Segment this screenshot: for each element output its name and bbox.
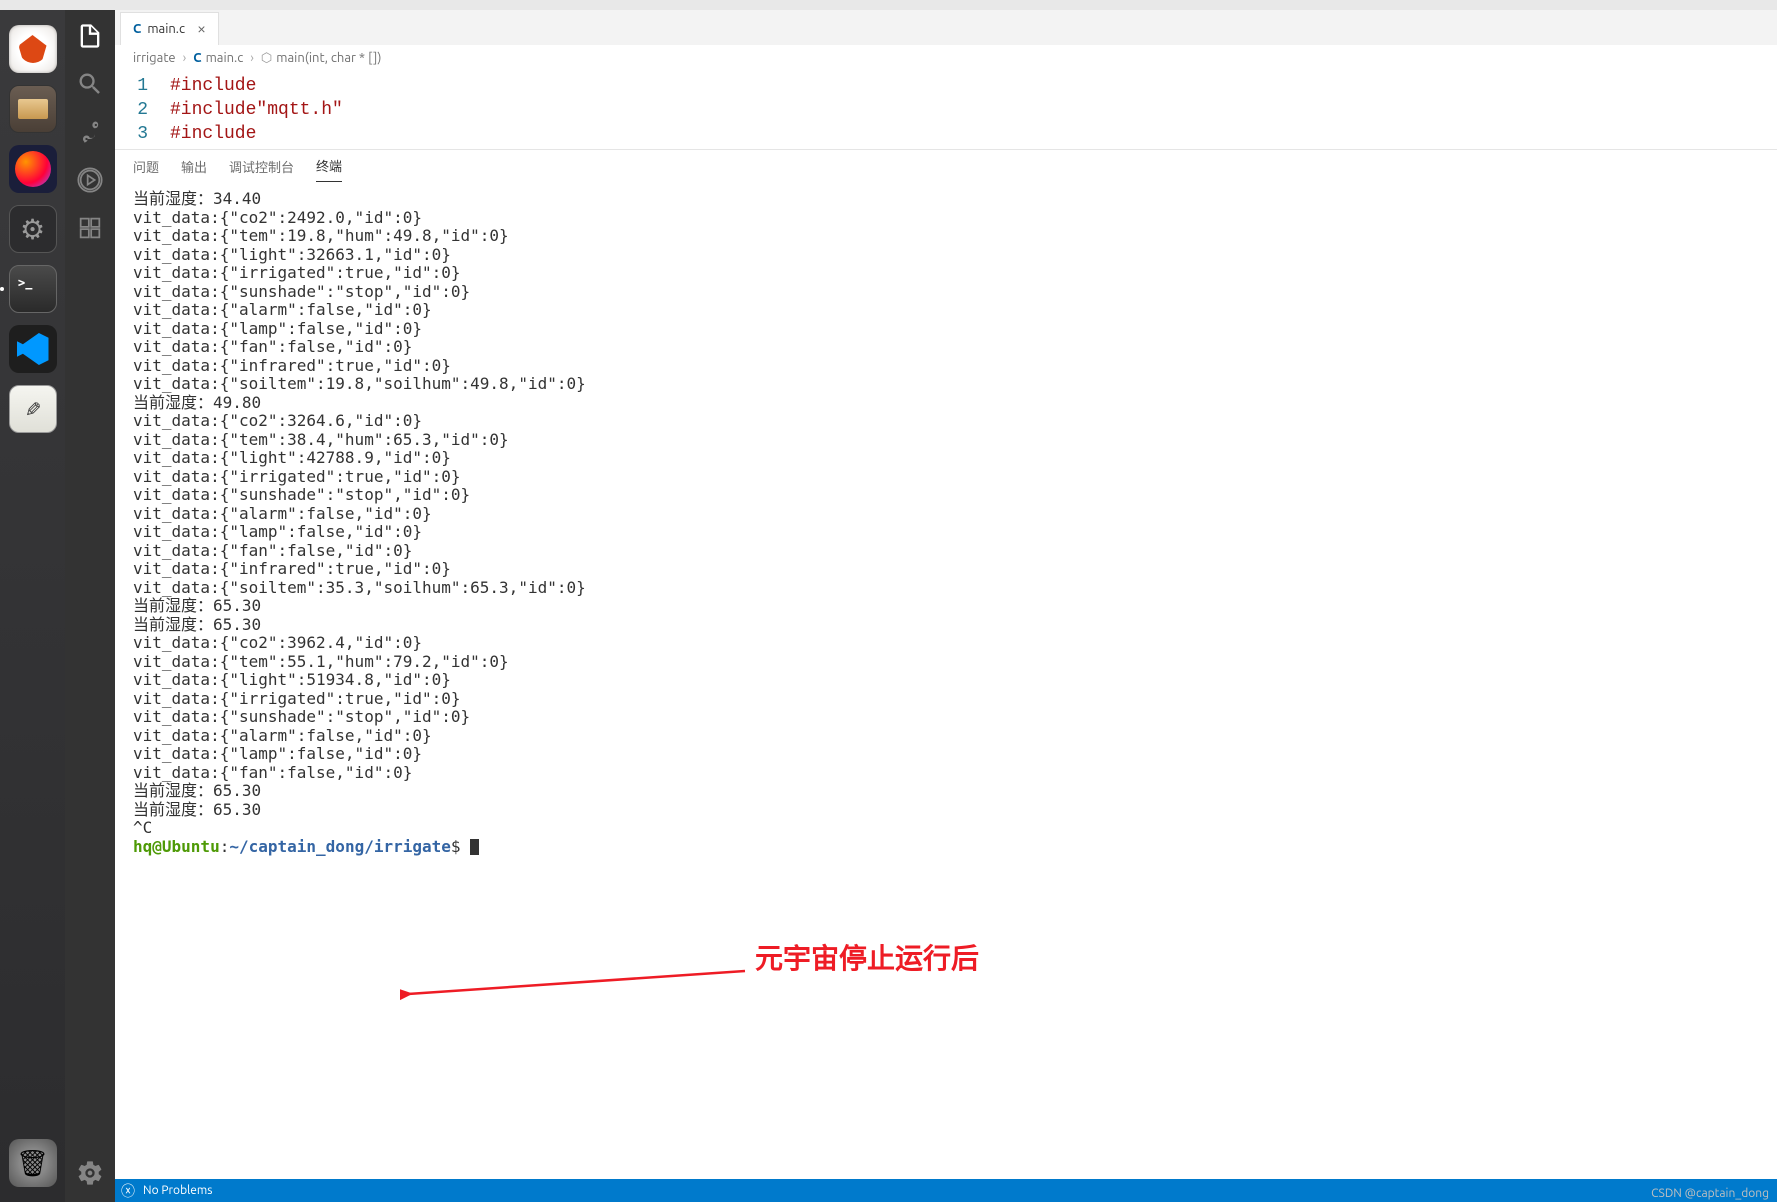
terminal-line: vit_data:{"irrigated":true,"id":0} [133, 690, 1759, 709]
terminal-line: vit_data:{"irrigated":true,"id":0} [133, 264, 1759, 283]
trash-icon[interactable] [9, 1139, 57, 1187]
terminal-line: vit_data:{"alarm":false,"id":0} [133, 505, 1759, 524]
annotation-text: 元宇宙停止运行后 [755, 950, 979, 969]
terminal-line: vit_data:{"sunshade":"stop","id":0} [133, 708, 1759, 727]
tab-label: main.c [147, 22, 185, 36]
terminal-line: vit_data:{"light":42788.9,"id":0} [133, 449, 1759, 468]
terminal-line: vit_data:{"tem":38.4,"hum":65.3,"id":0} [133, 431, 1759, 450]
settings-tool-icon[interactable] [9, 205, 57, 253]
watermark: CSDN @captain_dong [1651, 1187, 1769, 1200]
text-editor-icon[interactable] [9, 385, 57, 433]
terminal-line: vit_data:{"sunshade":"stop","id":0} [133, 283, 1759, 302]
source-control-icon[interactable] [76, 118, 104, 146]
terminal-panel: 问题 输出 调试控制台 终端 当前湿度：34.40vit_data:{"co2"… [115, 149, 1777, 1179]
terminal-line: vit_data:{"co2":2492.0,"id":0} [133, 209, 1759, 228]
terminal-line: vit_data:{"lamp":false,"id":0} [133, 745, 1759, 764]
terminal-line: vit_data:{"alarm":false,"id":0} [133, 301, 1759, 320]
chevron-right-icon: › [250, 51, 254, 65]
terminal-line: 当前湿度：49.80 [133, 394, 1759, 413]
gear-icon[interactable] [76, 1159, 104, 1187]
code-content: #include"mqtt.h" [170, 98, 343, 122]
terminal-line: ^C [133, 819, 1759, 838]
cursor [470, 839, 479, 855]
tab-main-c[interactable]: C main.c × [120, 12, 219, 45]
terminal-tabs: 问题 输出 调试控制台 终端 [115, 150, 1777, 182]
terminal-line: vit_data:{"alarm":false,"id":0} [133, 727, 1759, 746]
c-file-icon: C [133, 22, 141, 36]
code-line: 3#include [115, 122, 1777, 146]
terminal-line: vit_data:{"fan":false,"id":0} [133, 542, 1759, 561]
terminal-line: 当前湿度：65.30 [133, 782, 1759, 801]
c-file-icon: C [193, 51, 201, 65]
terminal-line: vit_data:{"irrigated":true,"id":0} [133, 468, 1759, 487]
terminal-line: vit_data:{"fan":false,"id":0} [133, 764, 1759, 783]
ubuntu-dock [0, 10, 65, 1202]
code-editor[interactable]: 1#include2#include"mqtt.h"3#include [115, 71, 1777, 149]
error-icon: ⓧ [121, 1181, 135, 1201]
terminal-line: vit_data:{"soiltem":35.3,"soilhum":65.3,… [133, 579, 1759, 598]
terminal-icon[interactable] [9, 265, 57, 313]
line-number: 3 [115, 122, 170, 146]
vscode-icon[interactable] [9, 325, 57, 373]
terminal-line: vit_data:{"sunshade":"stop","id":0} [133, 486, 1759, 505]
terminal-line: vit_data:{"tem":19.8,"hum":49.8,"id":0} [133, 227, 1759, 246]
terminal-line: 当前湿度：34.40 [133, 190, 1759, 209]
breadcrumb-file: main.c [206, 51, 244, 65]
ubuntu-launcher-icon[interactable] [9, 25, 57, 73]
explorer-icon[interactable] [76, 22, 104, 50]
tab-bar: C main.c × [115, 10, 1777, 45]
status-bar[interactable]: ⓧ No Problems [115, 1179, 1777, 1202]
terminal-line: vit_data:{"tem":55.1,"hum":79.2,"id":0} [133, 653, 1759, 672]
chevron-right-icon: › [183, 51, 187, 65]
tab-problems[interactable]: 问题 [133, 151, 159, 182]
breadcrumb-root: irrigate [133, 51, 176, 65]
code-content: #include [170, 122, 256, 146]
close-icon[interactable]: × [197, 20, 206, 38]
breadcrumb-symbol: main(int, char * []) [276, 51, 381, 65]
tab-debug-console[interactable]: 调试控制台 [229, 151, 294, 182]
extensions-icon[interactable] [76, 214, 104, 242]
code-line: 2#include"mqtt.h" [115, 98, 1777, 122]
terminal-line: vit_data:{"light":51934.8,"id":0} [133, 671, 1759, 690]
terminal-line: 当前湿度：65.30 [133, 597, 1759, 616]
line-number: 2 [115, 98, 170, 122]
firefox-icon[interactable] [9, 145, 57, 193]
code-line: 1#include [115, 74, 1777, 98]
search-icon[interactable] [76, 70, 104, 98]
line-number: 1 [115, 74, 170, 98]
terminal-line: vit_data:{"lamp":false,"id":0} [133, 523, 1759, 542]
tab-terminal[interactable]: 终端 [316, 150, 342, 182]
terminal-line: vit_data:{"infrared":true,"id":0} [133, 357, 1759, 376]
terminal-line: 当前湿度：65.30 [133, 801, 1759, 820]
terminal-prompt[interactable]: hq@Ubuntu:~/captain_dong/irrigate$ [133, 838, 1759, 857]
tab-output[interactable]: 输出 [181, 151, 207, 182]
terminal-line: vit_data:{"light":32663.1,"id":0} [133, 246, 1759, 265]
terminal-line: vit_data:{"soiltem":19.8,"soilhum":49.8,… [133, 375, 1759, 394]
terminal-line: 当前湿度：65.30 [133, 616, 1759, 635]
run-debug-icon[interactable] [76, 166, 104, 194]
breadcrumb[interactable]: irrigate › C main.c › ⬡ main(int, char *… [115, 45, 1777, 71]
terminal-output[interactable]: 当前湿度：34.40vit_data:{"co2":2492.0,"id":0}… [115, 182, 1777, 1179]
code-content: #include [170, 74, 256, 98]
terminal-line: vit_data:{"co2":3962.4,"id":0} [133, 634, 1759, 653]
symbol-icon: ⬡ [261, 51, 272, 66]
terminal-line: vit_data:{"co2":3264.6,"id":0} [133, 412, 1759, 431]
activity-bar [65, 10, 115, 1202]
terminal-line: vit_data:{"fan":false,"id":0} [133, 338, 1759, 357]
terminal-line: vit_data:{"infrared":true,"id":0} [133, 560, 1759, 579]
files-icon[interactable] [9, 85, 57, 133]
window-top-strip [0, 0, 1777, 10]
editor-area: C main.c × irrigate › C main.c › ⬡ main(… [115, 10, 1777, 1202]
status-text: No Problems [143, 1184, 212, 1197]
terminal-line: vit_data:{"lamp":false,"id":0} [133, 320, 1759, 339]
annotation-arrow-icon [400, 966, 750, 1006]
